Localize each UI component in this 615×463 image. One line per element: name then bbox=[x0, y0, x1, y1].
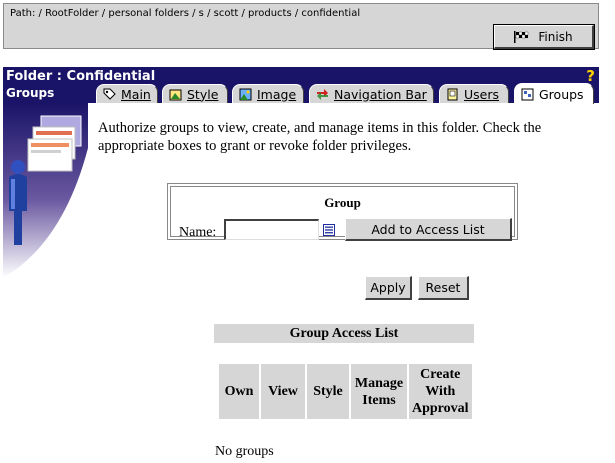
tab-users[interactable]: Users bbox=[439, 84, 509, 103]
path-bar: Path: / RootFolder / personal folders / … bbox=[3, 3, 599, 50]
image-icon bbox=[239, 88, 252, 100]
column-manage-items: Manage Items bbox=[351, 364, 407, 419]
list-icon[interactable] bbox=[323, 224, 335, 236]
add-to-access-list-label: Add to Access List bbox=[371, 221, 485, 237]
groups-illustration bbox=[3, 103, 88, 278]
finish-button[interactable]: Finish bbox=[493, 24, 595, 50]
tab-navigation-bar[interactable]: Navigation Bar bbox=[309, 84, 434, 103]
access-list-title: Group Access List bbox=[214, 324, 474, 343]
group-form-inner: Group Name: Add to Access List bbox=[170, 186, 515, 241]
tab-groups[interactable]: Groups bbox=[514, 83, 594, 104]
column-create-with-approval: Create With Approval bbox=[409, 364, 472, 419]
groups-icon bbox=[521, 88, 534, 100]
style-icon bbox=[169, 89, 182, 100]
checkered-flag-icon bbox=[514, 30, 529, 43]
empty-list-message: No groups bbox=[215, 444, 274, 459]
reset-label: Reset bbox=[425, 280, 461, 295]
intro-text: Authorize groups to view, create, and ma… bbox=[98, 120, 542, 154]
tab-groups-label: Groups bbox=[539, 86, 584, 102]
column-own: Own bbox=[219, 364, 259, 419]
page-title: Folder : Confidential bbox=[6, 69, 156, 84]
access-list-table: Own View Style Manage Items Create With … bbox=[217, 364, 474, 419]
group-form: Group Name: Add to Access List bbox=[167, 183, 518, 241]
apply-button[interactable]: Apply bbox=[365, 276, 412, 300]
access-list-header-row: Own View Style Manage Items Create With … bbox=[219, 364, 472, 419]
finish-label: Finish bbox=[538, 29, 573, 44]
navigation-icon bbox=[317, 88, 328, 100]
add-to-access-list-button[interactable]: Add to Access List bbox=[345, 218, 512, 241]
tab-users-label: Users bbox=[464, 86, 500, 102]
column-view: View bbox=[261, 364, 305, 419]
group-form-title: Group bbox=[324, 195, 361, 210]
tab-navigation-bar-label: Navigation Bar bbox=[334, 86, 427, 102]
reset-button[interactable]: Reset bbox=[418, 276, 469, 300]
tab-image[interactable]: Image bbox=[232, 84, 304, 103]
apply-label: Apply bbox=[370, 280, 406, 295]
section-title: Groups bbox=[6, 86, 55, 100]
users-icon bbox=[447, 88, 458, 100]
tag-icon bbox=[103, 88, 116, 100]
tab-style-label: Style bbox=[187, 86, 219, 102]
name-label: Name: bbox=[179, 225, 217, 240]
column-style: Style bbox=[307, 364, 349, 419]
tab-style[interactable]: Style bbox=[162, 84, 228, 103]
tab-main-label: Main bbox=[121, 86, 151, 102]
tab-image-label: Image bbox=[257, 86, 297, 102]
group-name-input[interactable] bbox=[224, 219, 319, 240]
tab-main[interactable]: Main bbox=[96, 84, 158, 103]
path-breadcrumb: Path: / RootFolder / personal folders / … bbox=[10, 8, 361, 19]
